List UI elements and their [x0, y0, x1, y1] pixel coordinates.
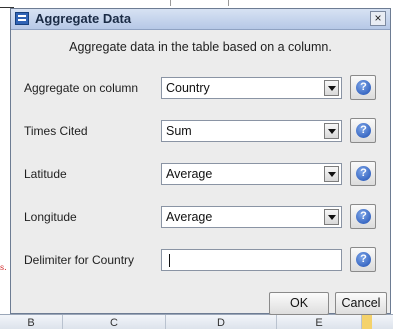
delimiter-for-country-input[interactable] — [161, 249, 342, 271]
times-cited-label: Times Cited — [24, 124, 88, 138]
delimiter-for-country-label: Delimiter for Country — [24, 253, 135, 267]
text-caret — [169, 254, 170, 267]
help-icon: ? — [356, 252, 371, 267]
close-button[interactable]: × — [370, 11, 386, 26]
aggregate-data-dialog: Aggregate Data × Aggregate data in the t… — [10, 8, 391, 315]
cancel-button[interactable]: Cancel — [335, 292, 387, 315]
times-cited-help-button[interactable]: ? — [350, 118, 376, 143]
background-red-text: s. — [0, 263, 7, 272]
dropdown-value: Country — [166, 81, 210, 95]
aggregate-on-column-label: Aggregate on column — [24, 81, 139, 95]
help-icon: ? — [356, 123, 371, 138]
chevron-down-icon[interactable] — [324, 209, 339, 225]
chevron-down-icon[interactable] — [324, 166, 339, 182]
dropdown-value: Sum — [166, 124, 192, 138]
delimiter-for-country-help-button[interactable]: ? — [350, 247, 376, 272]
chevron-down-icon[interactable] — [324, 123, 339, 139]
column-header-c[interactable]: C — [63, 315, 166, 329]
column-header-row: B C D E — [0, 314, 393, 329]
column-header-b[interactable]: B — [0, 315, 63, 329]
latitude-label: Latitude — [24, 167, 67, 181]
longitude-dropdown[interactable]: Average — [161, 206, 342, 228]
dropdown-value: Average — [166, 167, 213, 181]
latitude-help-button[interactable]: ? — [350, 161, 376, 186]
dialog-description: Aggregate data in the table based on a c… — [69, 40, 332, 54]
times-cited-dropdown[interactable]: Sum — [161, 120, 342, 142]
column-header-e[interactable]: E — [277, 315, 362, 329]
dropdown-value: Average — [166, 210, 213, 224]
selected-column-marker — [362, 315, 372, 329]
background-cell-edge — [170, 0, 171, 6]
longitude-help-button[interactable]: ? — [350, 204, 376, 229]
aggregate-on-column-dropdown[interactable]: Country — [161, 77, 342, 99]
help-icon: ? — [356, 209, 371, 224]
longitude-label: Longitude — [24, 210, 77, 224]
column-header-d[interactable]: D — [166, 315, 277, 329]
chevron-down-icon[interactable] — [324, 80, 339, 96]
table-icon — [15, 12, 29, 25]
aggregate-on-column-help-button[interactable]: ? — [350, 75, 376, 100]
dialog-title: Aggregate Data — [35, 11, 132, 26]
help-icon: ? — [356, 80, 371, 95]
help-icon: ? — [356, 166, 371, 181]
dialog-titlebar[interactable]: Aggregate Data × — [11, 9, 390, 30]
background-cell-edge — [228, 0, 229, 6]
background-strip — [0, 0, 393, 6]
ok-button[interactable]: OK — [269, 292, 329, 315]
latitude-dropdown[interactable]: Average — [161, 163, 342, 185]
